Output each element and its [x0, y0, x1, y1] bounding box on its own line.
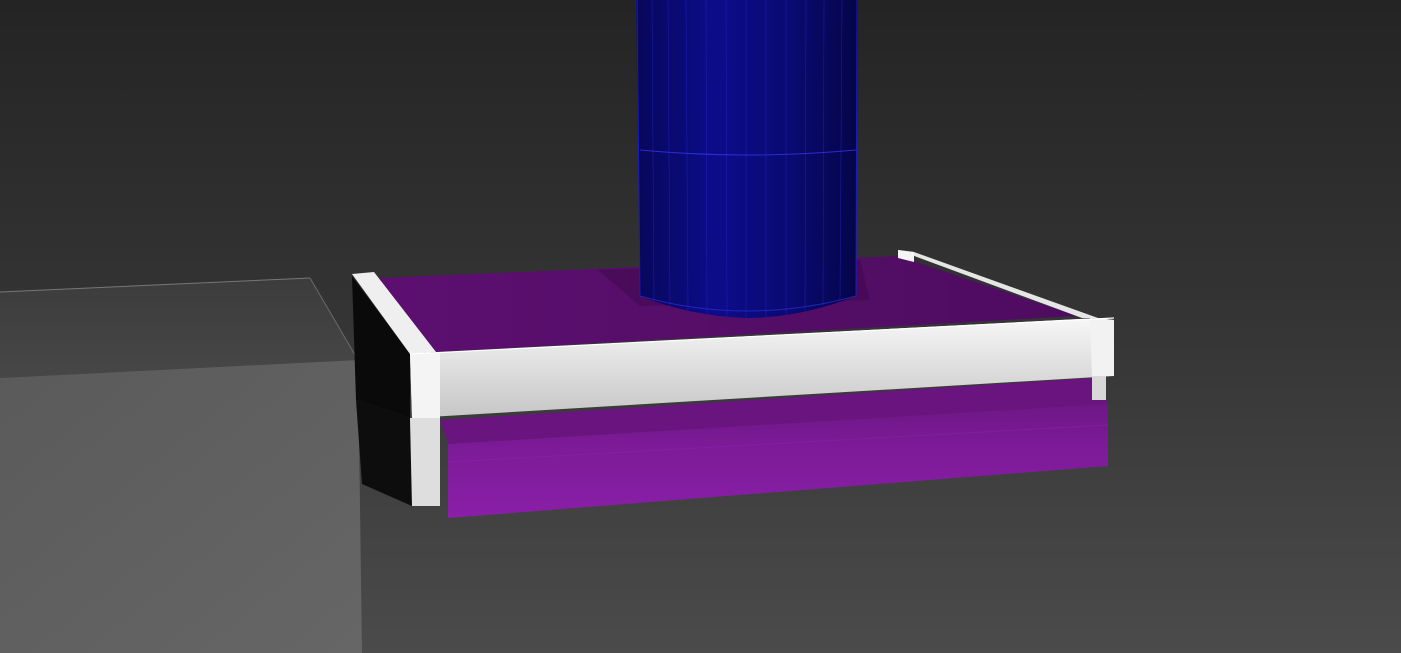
frame-front-rail-cap-right: [1090, 318, 1114, 376]
frame-left-post: [410, 418, 440, 506]
frame-right-post: [1092, 374, 1106, 400]
grey-box-object[interactable]: [0, 277, 362, 653]
grey-box-front-face: [0, 360, 362, 653]
3d-viewport[interactable]: [0, 0, 1401, 653]
frame-front-rail-cap-left: [410, 352, 440, 418]
viewport-canvas[interactable]: [0, 0, 1401, 653]
cylinder-object[interactable]: [636, 0, 858, 318]
